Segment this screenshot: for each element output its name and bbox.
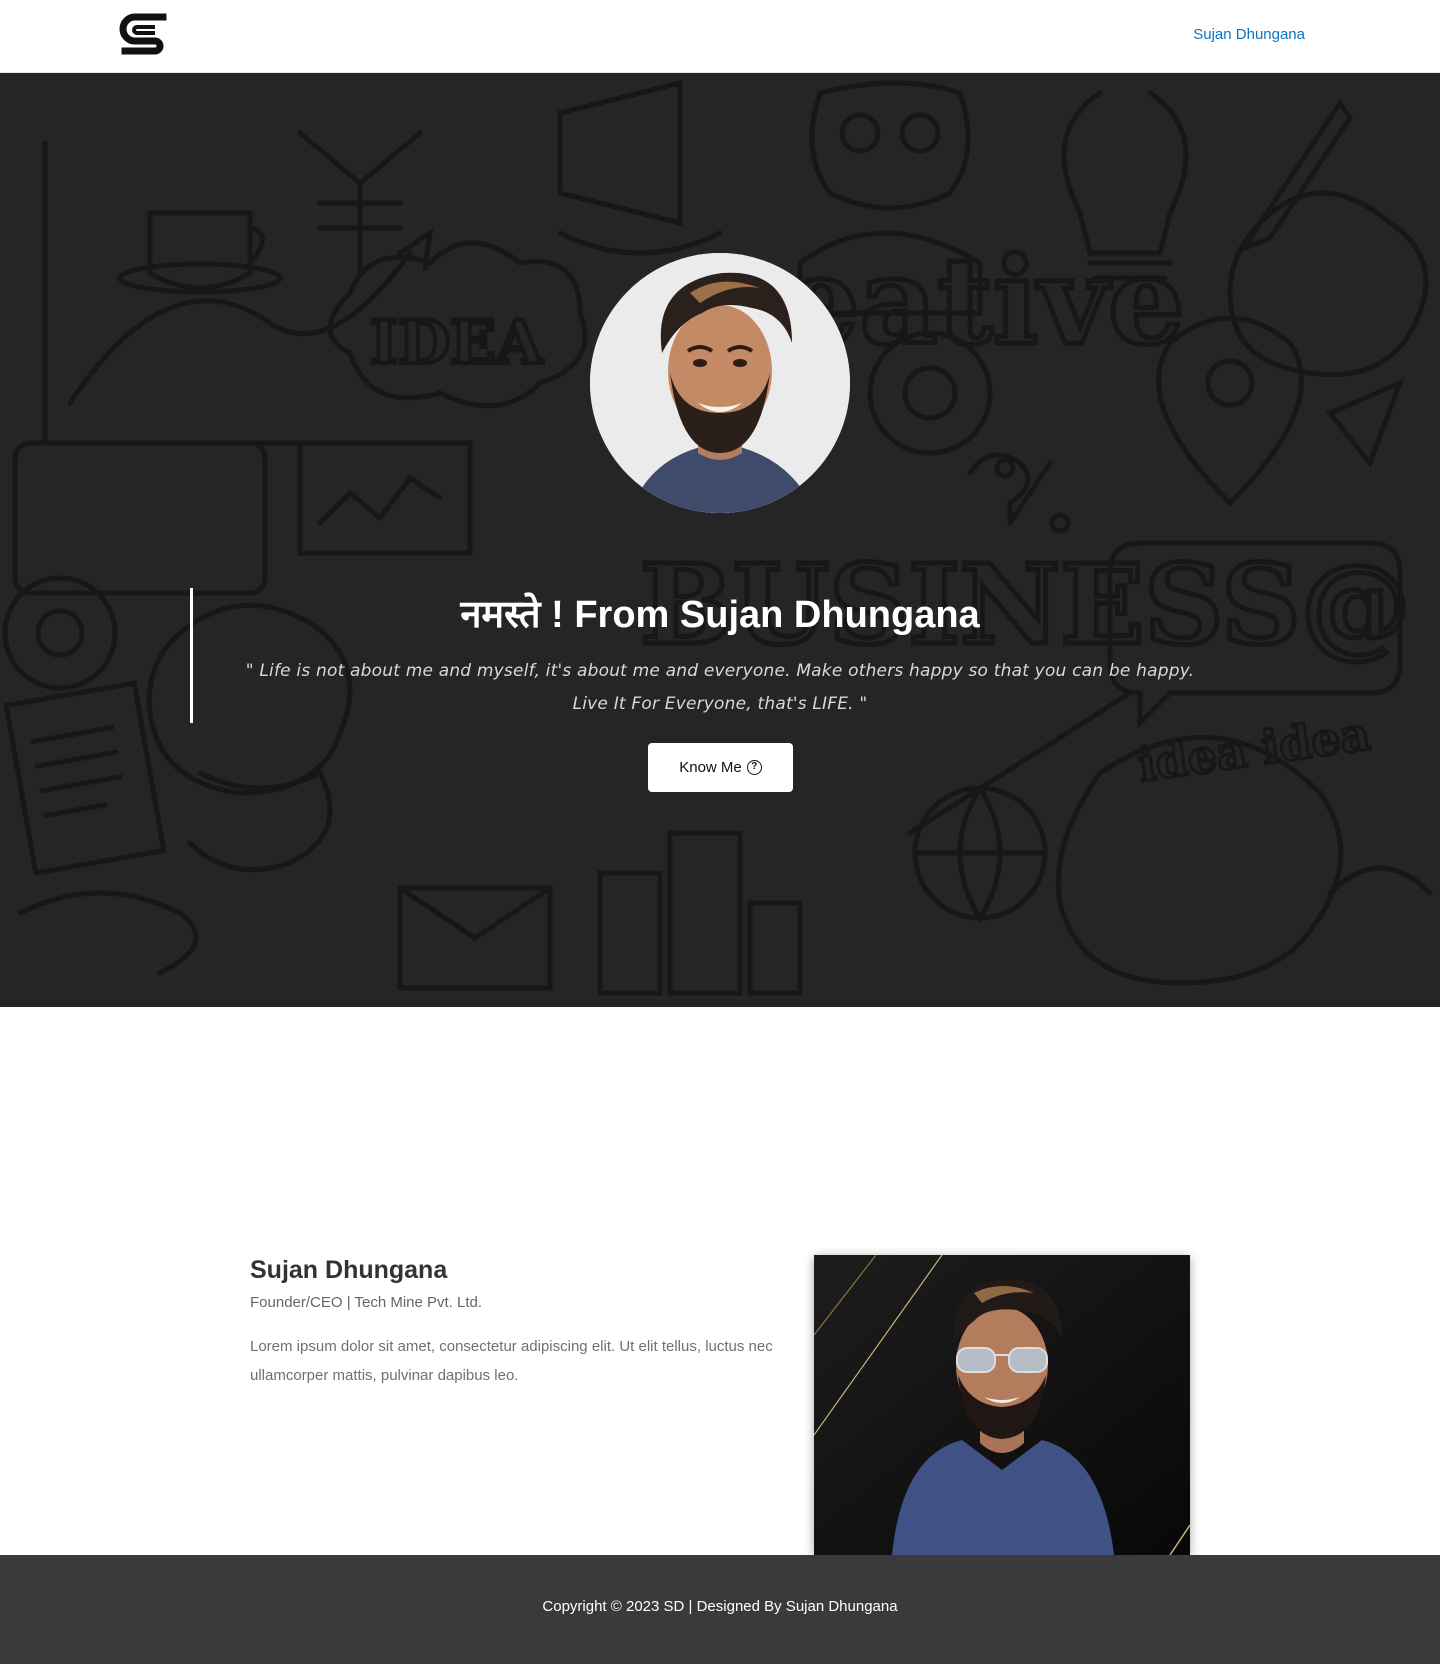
site-header: Sujan Dhungana	[0, 0, 1440, 73]
portrait-illustration	[590, 253, 850, 513]
about-role: Founder/CEO | Tech Mine Pvt. Ltd.	[250, 1294, 483, 1311]
hero-section: reative IDEA BUSINESS@ idea idea नमस्ते …	[0, 73, 1440, 1007]
sd-logo-icon[interactable]	[119, 13, 171, 59]
know-me-label: Know Me	[679, 759, 742, 776]
about-name: Sujan Dhungana	[250, 1256, 448, 1284]
hero-quote: " Life is not about me and myself, it's …	[245, 661, 1195, 714]
nav-link-home[interactable]: Sujan Dhungana	[1193, 26, 1305, 43]
site-footer: Copyright © 2023 SD | Designed By Sujan …	[0, 1555, 1440, 1664]
about-photo	[814, 1255, 1190, 1555]
about-text: Lorem ipsum dolor sit amet, consectetur …	[250, 1338, 773, 1384]
about-portrait-illustration	[814, 1255, 1190, 1555]
know-me-button[interactable]: Know Me ?	[648, 743, 793, 792]
hero-title: नमस्ते ! From Sujan Dhungana	[460, 594, 980, 636]
footer-copyright: Copyright © 2023 SD | Designed By Sujan …	[542, 1598, 898, 1615]
profile-avatar	[590, 253, 850, 513]
question-circle-icon: ?	[746, 760, 762, 775]
